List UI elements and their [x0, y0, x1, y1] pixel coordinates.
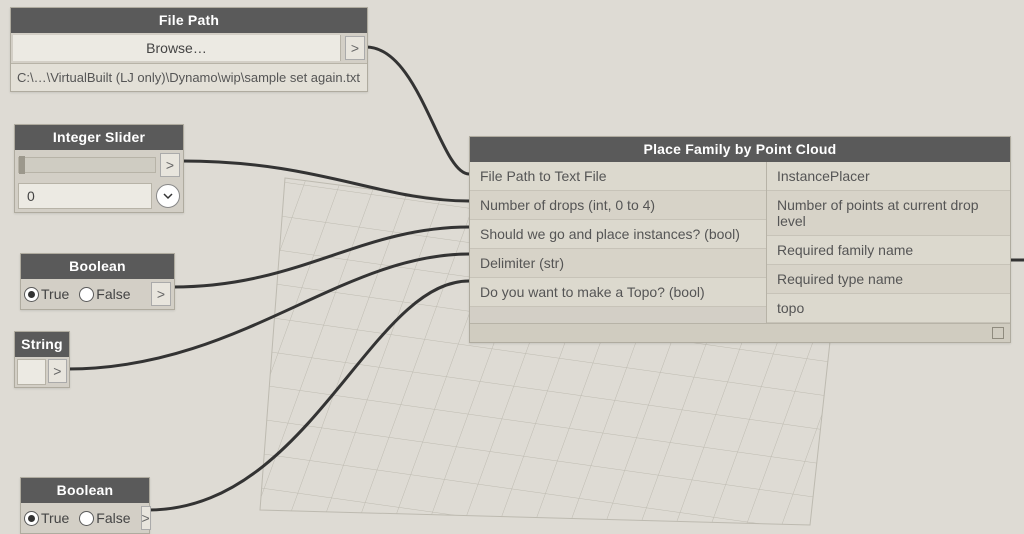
input-port[interactable]: Do you want to make a Topo? (bool) — [470, 278, 766, 307]
node-title: Boolean — [21, 254, 174, 279]
radio-label-false: False — [96, 510, 130, 526]
expand-button[interactable] — [156, 184, 180, 208]
slider-thumb[interactable] — [19, 156, 25, 174]
slider-value[interactable]: 0 — [18, 183, 152, 209]
output-port[interactable]: Required family name — [767, 236, 1010, 265]
input-port[interactable]: File Path to Text File — [470, 162, 766, 191]
radio-label-true: True — [41, 510, 69, 526]
radio-dot-selected — [24, 511, 39, 526]
output-port[interactable]: > — [141, 506, 151, 530]
node-string[interactable]: String > — [14, 331, 70, 388]
output-port[interactable]: InstancePlacer — [767, 162, 1010, 191]
node-title: Boolean — [21, 478, 149, 503]
input-port[interactable]: Delimiter (str) — [470, 249, 766, 278]
slider-track[interactable] — [18, 157, 156, 173]
output-port[interactable]: Number of points at current drop level — [767, 191, 1010, 236]
lacing-icon[interactable] — [992, 327, 1004, 339]
output-port[interactable]: topo — [767, 294, 1010, 323]
radio-false[interactable]: False — [79, 510, 130, 526]
node-place-family-by-point-cloud[interactable]: Place Family by Point Cloud File Path to… — [469, 136, 1011, 343]
input-port[interactable]: Number of drops (int, 0 to 4) — [470, 191, 766, 220]
node-file-path[interactable]: File Path Browse… > C:\…\VirtualBuilt (L… — [10, 7, 368, 92]
node-title: Place Family by Point Cloud — [470, 137, 1010, 162]
chevron-down-icon — [163, 191, 173, 201]
radio-dot — [79, 511, 94, 526]
node-integer-slider[interactable]: Integer Slider > 0 — [14, 124, 184, 213]
node-title: String — [15, 332, 69, 357]
node-title: File Path — [11, 8, 367, 33]
browse-button[interactable]: Browse… — [13, 35, 341, 61]
radio-dot-selected — [24, 287, 39, 302]
radio-label-true: True — [41, 286, 69, 302]
output-port[interactable]: Required type name — [767, 265, 1010, 294]
radio-true[interactable]: True — [24, 286, 69, 302]
output-port[interactable]: > — [151, 282, 171, 306]
output-ports-column: InstancePlacer Number of points at curre… — [767, 162, 1010, 323]
input-port[interactable]: Should we go and place instances? (bool) — [470, 220, 766, 249]
output-port[interactable]: > — [345, 36, 365, 60]
radio-false[interactable]: False — [79, 286, 130, 302]
radio-dot — [79, 287, 94, 302]
node-title: Integer Slider — [15, 125, 183, 150]
file-path-value: C:\…\VirtualBuilt (LJ only)\Dynamo\wip\s… — [11, 64, 367, 91]
radio-label-false: False — [96, 286, 130, 302]
node-footer — [470, 323, 1010, 342]
string-input[interactable] — [17, 359, 46, 385]
output-port[interactable]: > — [160, 153, 180, 177]
node-boolean-1[interactable]: Boolean True False > — [20, 253, 175, 310]
radio-true[interactable]: True — [24, 510, 69, 526]
output-port[interactable]: > — [48, 359, 67, 383]
node-boolean-2[interactable]: Boolean True False > — [20, 477, 150, 534]
input-ports-column: File Path to Text File Number of drops (… — [470, 162, 767, 323]
